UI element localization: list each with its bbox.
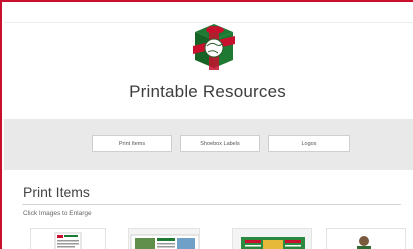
print-item-photo-thumbnail[interactable] xyxy=(326,228,406,249)
shoebox-globe-logo-icon xyxy=(189,22,239,76)
section-subtitle: Click Images to Enlarge xyxy=(23,210,92,217)
print-item-flyer-thumbnail[interactable] xyxy=(232,228,312,249)
section-divider xyxy=(22,204,401,205)
section-title: Print Items xyxy=(23,184,90,200)
print-item-document-thumbnail[interactable] xyxy=(30,228,106,249)
tab-print-items[interactable]: Print Items xyxy=(92,135,172,152)
page-frame: Printable Resources Print Items Shoebox … xyxy=(0,0,413,249)
page-title: Printable Resources xyxy=(129,82,286,101)
tab-logos[interactable]: Logos xyxy=(268,135,350,152)
print-item-brochure-thumbnail[interactable] xyxy=(128,228,200,249)
top-strip xyxy=(4,4,413,23)
tab-shoebox-labels[interactable]: Shoebox Labels xyxy=(180,135,260,152)
